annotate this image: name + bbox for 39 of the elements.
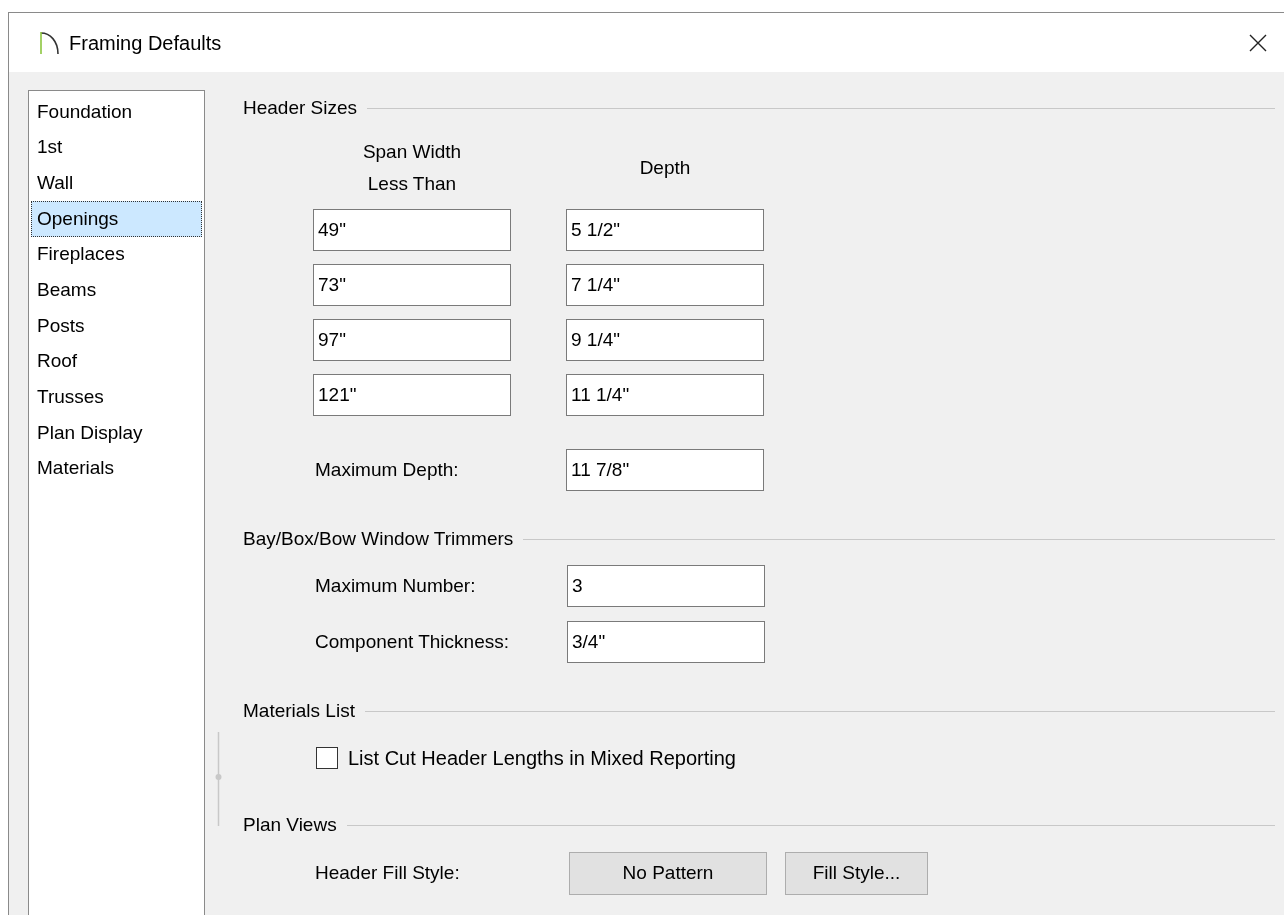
- text-field[interactable]: 3: [567, 565, 765, 607]
- fill-style-button[interactable]: Fill Style...: [785, 852, 928, 895]
- text-field[interactable]: 9 1/4": [566, 319, 764, 361]
- text-field[interactable]: 121": [313, 374, 511, 416]
- text-field[interactable]: 11 7/8": [566, 449, 764, 491]
- group-title: Header Sizes: [243, 95, 359, 120]
- checkbox[interactable]: [316, 747, 338, 769]
- text-field[interactable]: 97": [313, 319, 511, 361]
- category-item[interactable]: Roof: [31, 343, 202, 380]
- group-title: Plan Views: [243, 812, 338, 837]
- text-field[interactable]: 5 1/2": [566, 209, 764, 251]
- category-item[interactable]: Plan Display: [31, 415, 202, 451]
- text-field[interactable]: 3/4": [567, 621, 765, 663]
- field-label: Maximum Number:: [315, 573, 477, 598]
- text-field[interactable]: 49": [313, 209, 511, 251]
- close-icon: [1249, 33, 1267, 52]
- group-title: Bay/Box/Bow Window Trimmers: [243, 526, 515, 551]
- category-item[interactable]: Foundation: [31, 94, 202, 130]
- column-header: Depth: [639, 155, 691, 180]
- category-item[interactable]: Openings: [31, 201, 202, 237]
- pattern-preview[interactable]: No Pattern: [569, 852, 767, 895]
- category-item[interactable]: 1st: [31, 129, 202, 166]
- arch-icon: [40, 30, 60, 55]
- category-item[interactable]: Trusses: [31, 379, 202, 416]
- window-title: Framing Defaults: [69, 30, 222, 56]
- category-item[interactable]: Wall: [31, 165, 202, 202]
- checkbox-label: List Cut Header Lengths in Mixed Reporting: [348, 746, 736, 771]
- column-header: Span Width Less Than: [361, 140, 463, 196]
- field-label: Component Thickness:: [315, 629, 510, 654]
- text-field[interactable]: 7 1/4": [566, 264, 764, 306]
- category-item[interactable]: Fireplaces: [31, 236, 202, 273]
- category-item[interactable]: Posts: [31, 308, 202, 344]
- field-label: Maximum Depth:: [315, 457, 460, 482]
- text-field[interactable]: 73": [313, 264, 511, 306]
- category-item[interactable]: Beams: [31, 272, 202, 309]
- field-label: Header Fill Style:: [315, 861, 461, 886]
- category-item[interactable]: Materials: [31, 450, 202, 487]
- group-title: Materials List: [243, 698, 356, 723]
- text-field[interactable]: 11 1/4": [566, 374, 764, 416]
